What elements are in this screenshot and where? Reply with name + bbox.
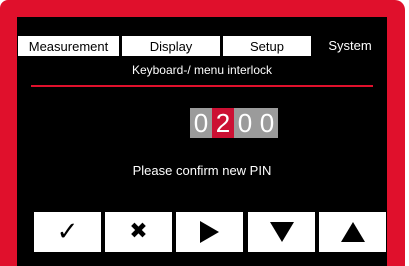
right-arrow-icon [200, 221, 219, 243]
pin-digit[interactable]: 2 [212, 108, 234, 138]
confirm-button[interactable]: ✓ [34, 212, 101, 252]
tab-measurement[interactable]: Measurement [17, 35, 120, 57]
increment-button[interactable] [319, 212, 386, 252]
decrement-button[interactable] [248, 212, 315, 252]
checkmark-icon: ✓ [56, 217, 79, 247]
confirm-prompt: Please confirm new PIN [132, 163, 272, 178]
menu-tabs: Measurement Display Setup System [17, 35, 387, 57]
tab-setup[interactable]: Setup [222, 35, 312, 57]
tab-display[interactable]: Display [121, 35, 221, 57]
pin-digit[interactable]: 0 [256, 108, 278, 138]
title-divider [31, 85, 373, 87]
next-digit-button[interactable] [176, 212, 243, 252]
cancel-button[interactable]: ✖ [105, 212, 172, 252]
pin-digit[interactable]: 0 [190, 108, 212, 138]
tab-system[interactable]: System [313, 35, 387, 57]
up-arrow-icon [340, 222, 365, 242]
page-title: Keyboard-/ menu interlock [131, 63, 273, 77]
pin-digit[interactable]: 0 [234, 108, 256, 138]
down-arrow-icon [269, 222, 294, 242]
cross-icon: ✖ [129, 219, 148, 244]
